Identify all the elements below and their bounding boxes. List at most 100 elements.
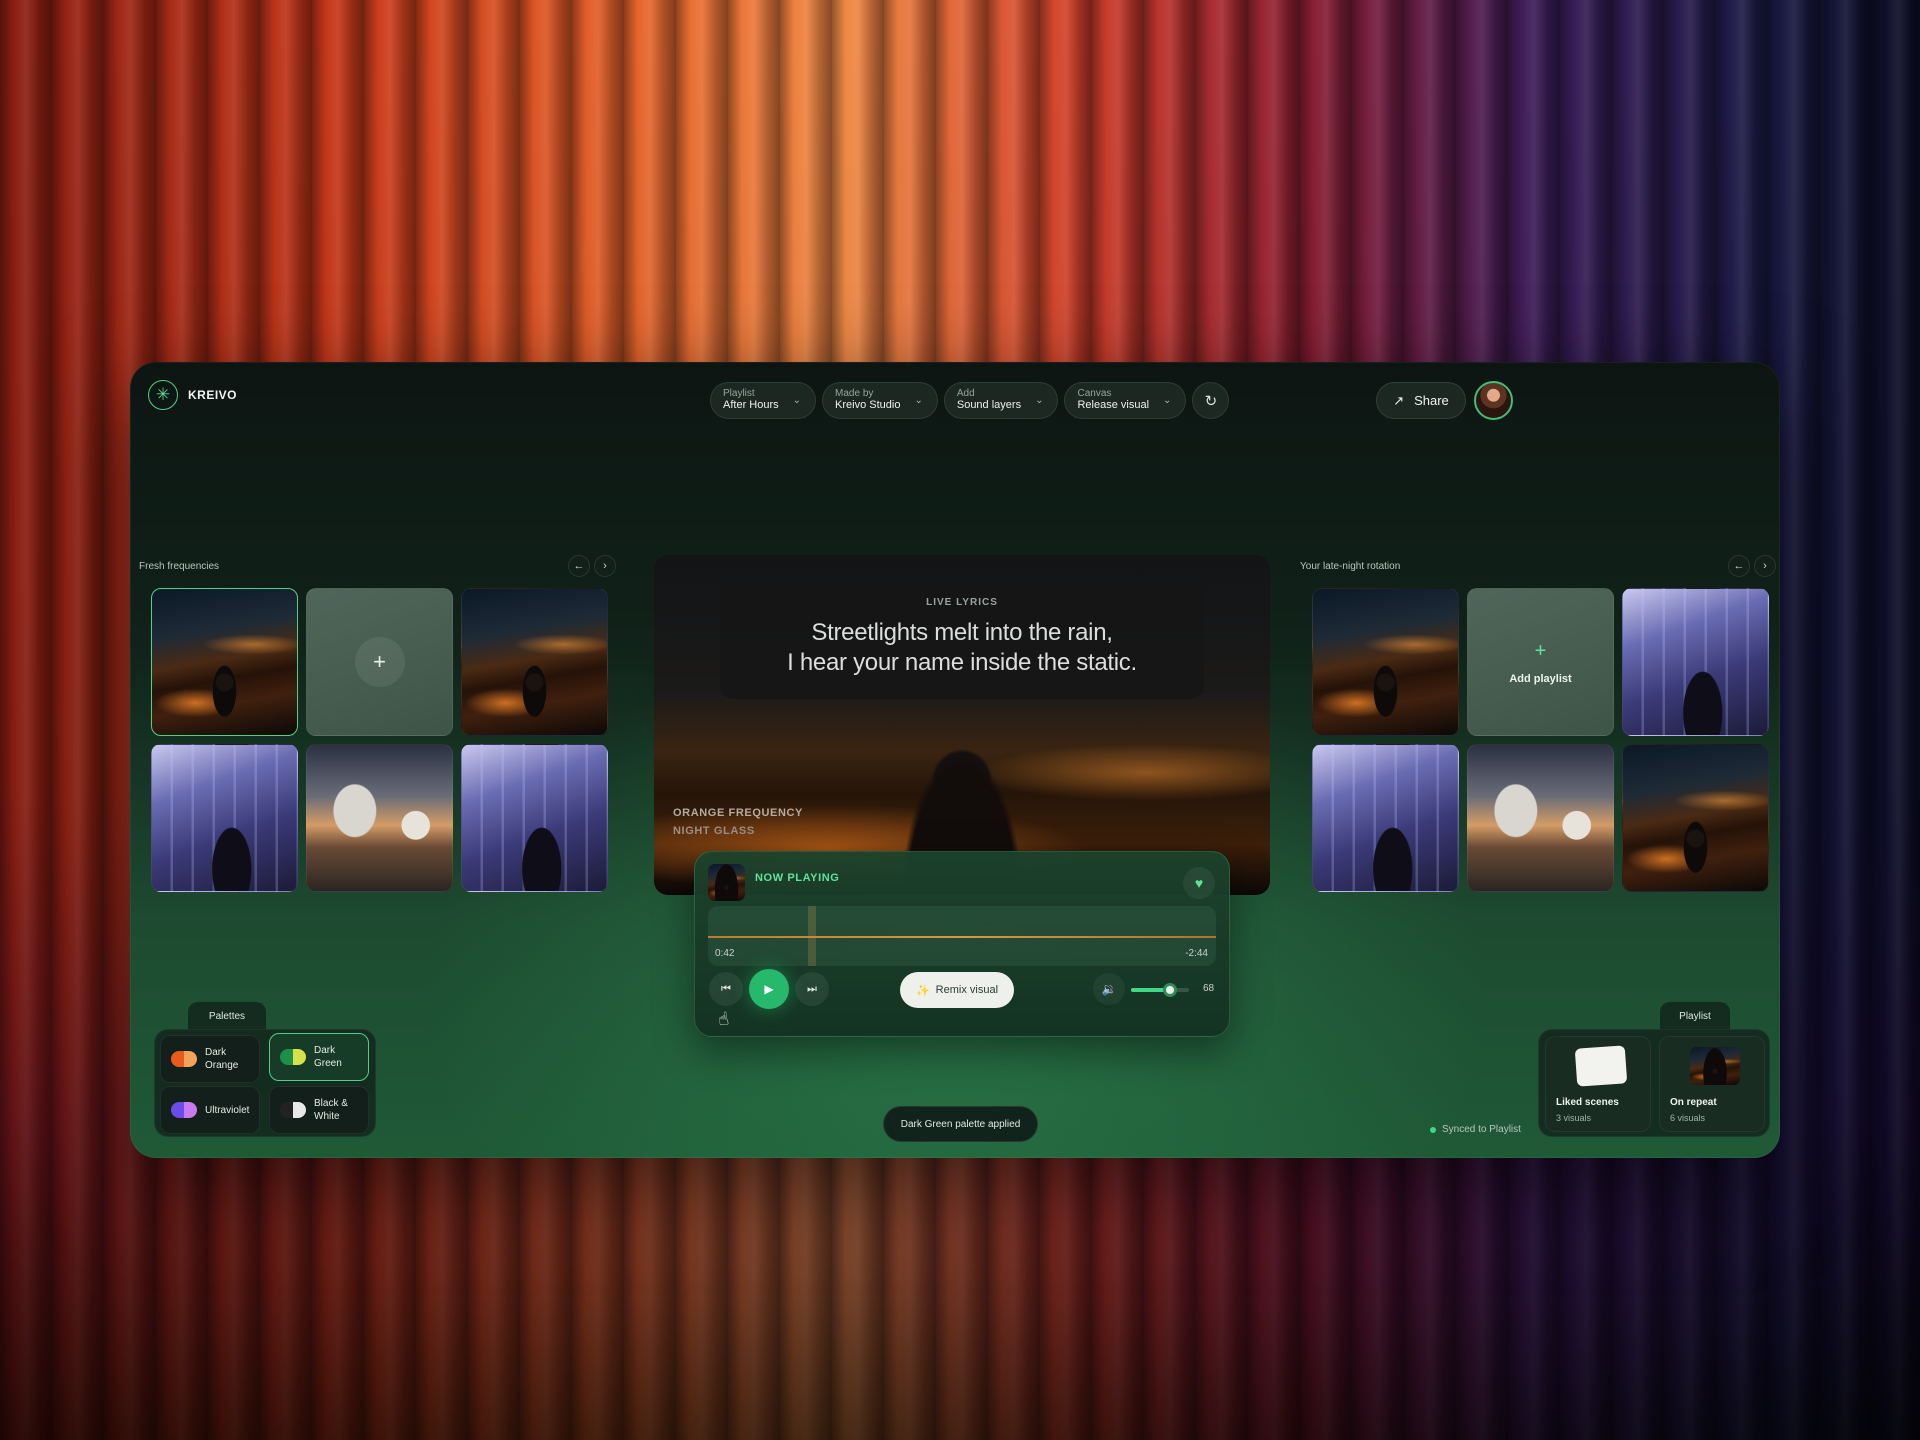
volume-button[interactable]: 🔉 bbox=[1093, 973, 1125, 1005]
next-button[interactable]: ⏭ bbox=[795, 972, 829, 1006]
live-lyrics-card: LIVE LYRICS Streetlights melt into the r… bbox=[720, 581, 1204, 699]
pill-value: After Hours bbox=[723, 398, 779, 411]
time-current: 0:42 bbox=[715, 948, 735, 959]
track-subtitle: NIGHT GLASS bbox=[673, 824, 755, 837]
made-by-selector[interactable]: Made by Kreivo Studio ⌄ bbox=[822, 382, 938, 419]
now-playing-label: NOW PLAYING bbox=[755, 872, 840, 884]
previous-button[interactable]: ⏮ bbox=[709, 972, 743, 1006]
visual-tile[interactable] bbox=[1467, 744, 1614, 892]
palette-swatch bbox=[280, 1049, 306, 1065]
palette-label: Dark Green bbox=[314, 1045, 342, 1069]
volume-slider[interactable] bbox=[1131, 983, 1189, 997]
visual-tile[interactable] bbox=[1622, 744, 1769, 892]
arrow-left-icon: ← bbox=[1733, 560, 1745, 572]
asterisk-logo-icon: ✳ bbox=[148, 380, 178, 410]
arrow-up-right-icon: ↗ bbox=[1393, 392, 1405, 408]
arrow-left-icon: ← bbox=[573, 560, 585, 572]
plus-icon: + bbox=[1534, 639, 1547, 662]
playlist-count: 3 visuals bbox=[1556, 1113, 1592, 1123]
status-dot-icon bbox=[1430, 1126, 1436, 1133]
chevron-down-icon: ⌄ bbox=[792, 395, 802, 406]
add-visual-tile[interactable]: + bbox=[306, 588, 453, 736]
volume-handle[interactable] bbox=[1163, 983, 1178, 997]
lyrics-line: I hear your name inside the static. bbox=[787, 649, 1137, 676]
chevron-right-icon: › bbox=[1763, 560, 1767, 572]
logo[interactable]: ✳ KREIVO bbox=[148, 380, 237, 410]
add-playlist-label: Add playlist bbox=[1509, 672, 1572, 685]
chevron-down-icon: ⌄ bbox=[1035, 395, 1044, 406]
palette-dark-orange[interactable]: Dark Orange bbox=[160, 1035, 260, 1083]
visual-tile[interactable] bbox=[1622, 588, 1769, 736]
visual-tile[interactable] bbox=[461, 588, 608, 736]
visual-tile[interactable] bbox=[151, 744, 298, 892]
left-visual-grid: + bbox=[151, 588, 608, 892]
visual-tile[interactable] bbox=[306, 744, 453, 892]
palettes-tab[interactable]: Palettes bbox=[188, 1002, 266, 1030]
volume-value: 68 bbox=[1203, 983, 1215, 994]
play-icon: ▶ bbox=[764, 982, 774, 996]
visual-tile[interactable] bbox=[1312, 744, 1459, 892]
stage-caption: ORANGE FREQUENCY NIGHT GLASS bbox=[673, 805, 803, 840]
palette-swatch bbox=[171, 1051, 197, 1067]
pill-value: Kreivo Studio bbox=[835, 398, 901, 411]
add-playlist-tile[interactable]: + Add playlist bbox=[1467, 588, 1614, 736]
sync-status: Synced to Playlist bbox=[1430, 1124, 1521, 1135]
speaker-icon: 🔉 bbox=[1101, 982, 1117, 996]
prev-arrow-button[interactable]: ← bbox=[1728, 555, 1750, 577]
visual-stage[interactable]: LIVE LYRICS Streetlights melt into the r… bbox=[654, 555, 1270, 895]
refresh-button[interactable]: ↻ bbox=[1192, 382, 1230, 419]
visual-tile[interactable] bbox=[461, 744, 608, 892]
next-arrow-button[interactable]: › bbox=[594, 555, 616, 577]
palette-ultraviolet[interactable]: Ultraviolet bbox=[160, 1086, 260, 1134]
stack-thumbnail bbox=[1574, 1045, 1628, 1087]
waveform-scrubber[interactable]: 0:42 -2:44 bbox=[708, 906, 1216, 966]
left-section-title: Fresh frequencies bbox=[139, 561, 220, 572]
right-visual-grid: + Add playlist bbox=[1312, 588, 1769, 892]
track-thumbnail bbox=[708, 864, 745, 901]
top-filters: Playlist After Hours ⌄ Made by Kreivo Stud… bbox=[710, 382, 1230, 419]
share-button[interactable]: ↗ Share bbox=[1376, 382, 1466, 419]
remix-visual-button[interactable]: ✨ Remix visual bbox=[900, 972, 1014, 1008]
play-button[interactable]: ▶ bbox=[749, 969, 789, 1009]
palette-label: Ultraviolet bbox=[205, 1104, 250, 1116]
remix-label: Remix visual bbox=[935, 984, 999, 996]
playlist-count: 6 visuals bbox=[1670, 1113, 1706, 1123]
chevron-right-icon: › bbox=[603, 560, 607, 572]
palette-black-white[interactable]: Black & White bbox=[269, 1086, 369, 1134]
playlist-name: On repeat bbox=[1670, 1097, 1717, 1108]
waveform-line bbox=[708, 936, 1216, 938]
add-layers-selector[interactable]: Add Sound layers ⌄ bbox=[943, 382, 1059, 419]
next-arrow-button[interactable]: › bbox=[1754, 555, 1776, 577]
lyrics-label: LIVE LYRICS bbox=[926, 597, 998, 608]
palette-swatch bbox=[280, 1102, 306, 1118]
sync-label: Synced to Playlist bbox=[1442, 1124, 1521, 1135]
palette-toast: Dark Green palette applied bbox=[883, 1106, 1038, 1142]
canvas-selector[interactable]: Canvas Release visual ⌄ bbox=[1064, 382, 1187, 419]
plus-icon: + bbox=[354, 637, 405, 687]
palette-dark-green[interactable]: Dark Green bbox=[269, 1033, 369, 1081]
track-title: ORANGE FREQUENCY bbox=[673, 807, 803, 819]
like-button[interactable]: ♥ bbox=[1183, 867, 1215, 899]
now-playing-player: NOW PLAYING ♥ 0:42 -2:44 ⏮ ▶ ⏭ ✨ Remix v… bbox=[694, 851, 1230, 1037]
playlist-selector[interactable]: Playlist After Hours ⌄ bbox=[710, 382, 817, 419]
playlist-card-liked-scenes[interactable]: Liked scenes 3 visuals bbox=[1545, 1036, 1651, 1132]
palette-label: Dark Orange bbox=[205, 1047, 239, 1071]
right-nav: ← › bbox=[1728, 555, 1776, 577]
palette-swatch bbox=[171, 1102, 197, 1118]
refresh-icon: ↻ bbox=[1204, 392, 1218, 410]
palettes-panel: Dark Orange Dark Green Ultraviolet Black… bbox=[154, 1029, 376, 1137]
chevron-down-icon: ⌄ bbox=[914, 395, 923, 406]
playlist-tab[interactable]: Playlist bbox=[1660, 1002, 1730, 1030]
lyrics-line: Streetlights melt into the rain, bbox=[811, 619, 1113, 646]
visual-tile[interactable] bbox=[151, 588, 298, 736]
sparkle-icon: ✨ bbox=[915, 984, 930, 997]
palette-label: Black & White bbox=[314, 1098, 348, 1122]
share-label: Share bbox=[1414, 393, 1449, 408]
prev-arrow-button[interactable]: ← bbox=[568, 555, 590, 577]
visual-tile[interactable] bbox=[1312, 588, 1459, 736]
avatar[interactable] bbox=[1474, 381, 1513, 420]
chevron-down-icon: ⌄ bbox=[1163, 395, 1172, 406]
playlist-card-on-repeat[interactable]: On repeat 6 visuals bbox=[1659, 1036, 1765, 1132]
skip-back-icon: ⏮ bbox=[721, 982, 731, 995]
app-name: KREIVO bbox=[188, 388, 238, 402]
